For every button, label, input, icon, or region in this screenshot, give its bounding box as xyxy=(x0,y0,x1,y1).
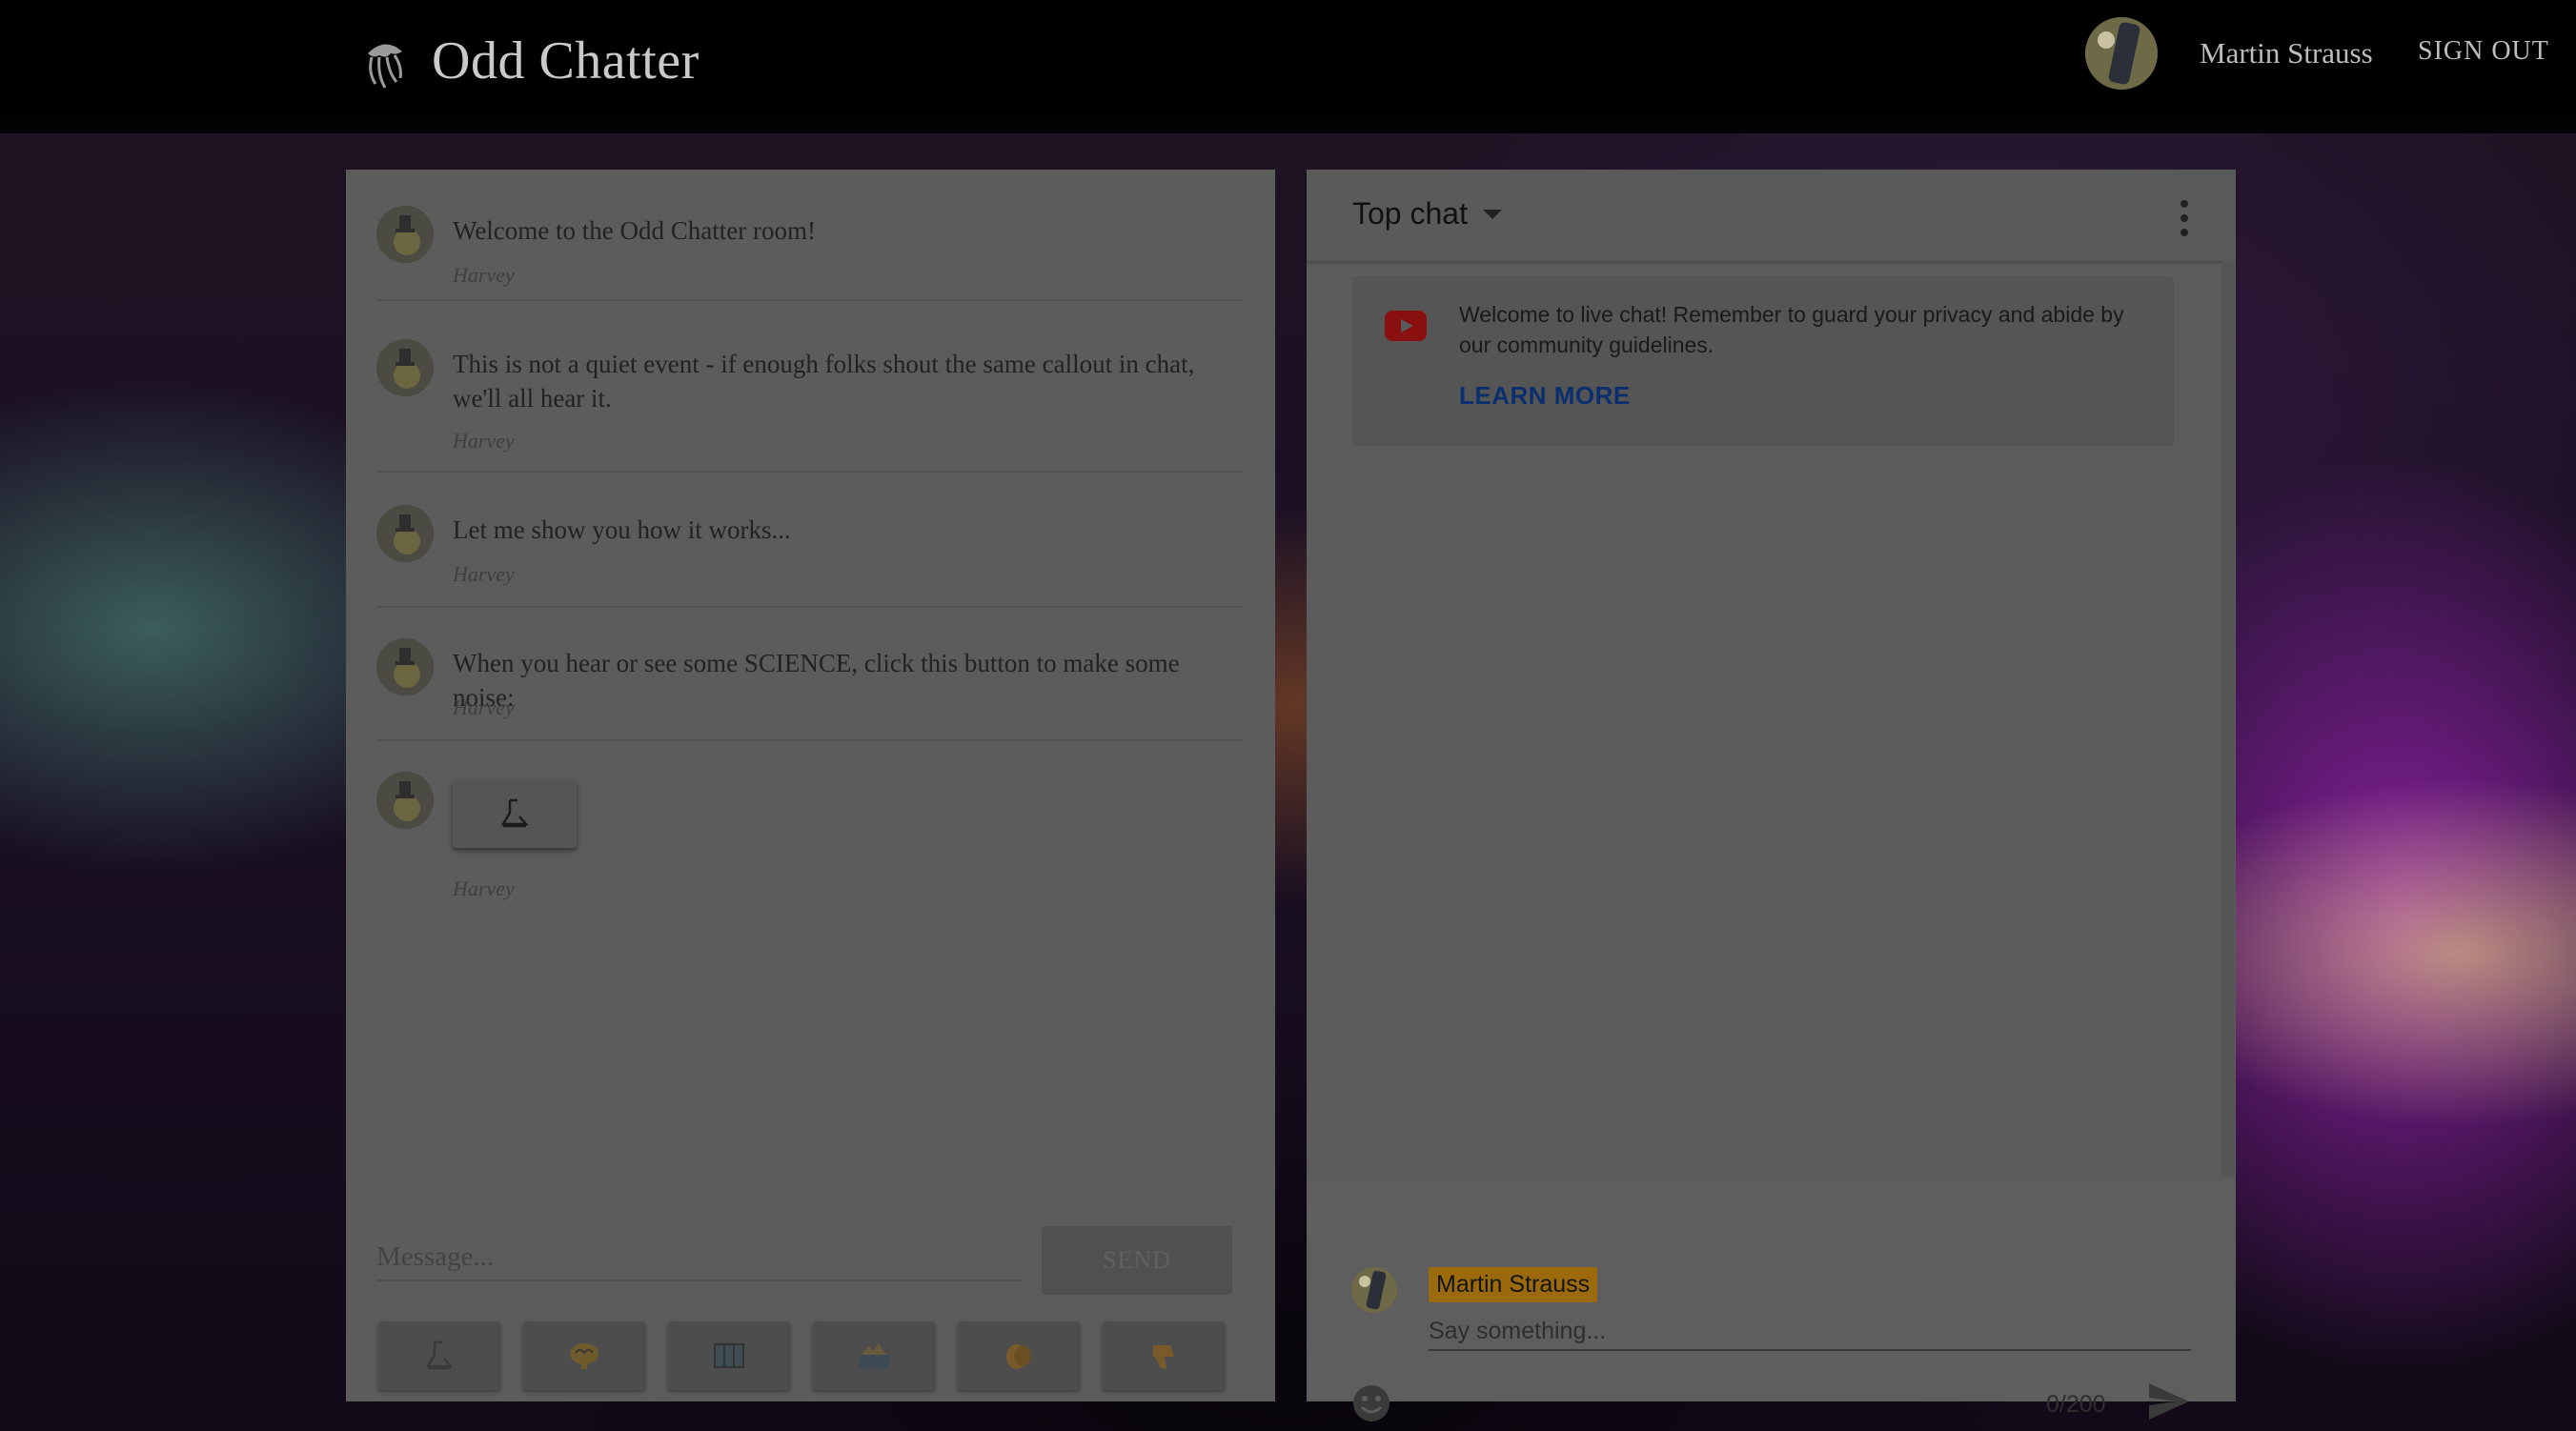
user-name: Martin Strauss xyxy=(2200,36,2373,70)
clapping-hands-icon xyxy=(1006,1344,1031,1369)
harvey-avatar xyxy=(376,772,434,829)
callout-brain-button[interactable] xyxy=(523,1321,645,1390)
live-chat-header: Top chat xyxy=(1307,170,2236,261)
thumbs-down-icon xyxy=(1153,1345,1174,1368)
harvey-avatar xyxy=(376,638,434,695)
message-text: When you hear or see some SCIENCE, click… xyxy=(453,649,1180,712)
jellyfish-logo-icon xyxy=(368,44,402,89)
message-text: Welcome to the Odd Chatter room! xyxy=(453,216,816,245)
callout-thumbs-down-button[interactable] xyxy=(1103,1321,1225,1390)
callout-clap-button[interactable] xyxy=(958,1321,1080,1390)
room-chat-panel: Welcome to the Odd Chatter room! Harvey … xyxy=(346,170,1275,1401)
youtube-play-icon xyxy=(1385,311,1427,341)
author-name-chip: Martin Strauss xyxy=(1429,1267,1598,1302)
app-header: Odd Chatter Martin Strauss SIGN OUT xyxy=(0,0,2576,133)
science-callout-button[interactable] xyxy=(453,779,577,848)
message-text: This is not a quiet event - if enough fo… xyxy=(453,350,1195,413)
chat-message: When you hear or see some SCIENCE, click… xyxy=(376,638,1244,741)
message-input[interactable] xyxy=(376,1234,1021,1281)
sea-wave-icon xyxy=(859,1343,889,1368)
chat-message: This is not a quiet event - if enough fo… xyxy=(376,339,1244,473)
harvey-avatar xyxy=(376,505,434,562)
app-title: Odd Chatter xyxy=(432,31,700,91)
send-button[interactable]: SEND xyxy=(1042,1226,1232,1295)
message-author: Harvey xyxy=(453,562,515,586)
sign-out-button[interactable]: SIGN OUT xyxy=(2418,36,2549,67)
chat-message: Harvey xyxy=(376,772,1244,905)
harvey-avatar xyxy=(376,339,434,396)
chat-message: Welcome to the Odd Chatter room! Harvey xyxy=(376,206,1244,301)
live-chat-welcome-notice: Welcome to live chat! Remember to guard … xyxy=(1352,276,2174,446)
learn-more-link[interactable]: LEARN MORE xyxy=(1459,381,1631,411)
message-author: Harvey xyxy=(453,263,515,287)
user-avatar[interactable] xyxy=(2085,17,2158,90)
callout-science-button[interactable] xyxy=(378,1321,500,1390)
more-options-icon[interactable] xyxy=(2175,200,2194,236)
live-chat-composer: Martin Strauss 0/200 xyxy=(1307,1179,2236,1421)
top-chat-label: Top chat xyxy=(1352,196,1468,231)
live-chat-panel: Top chat Welcome to live chat! Remember … xyxy=(1307,170,2236,1421)
emoji-icon[interactable] xyxy=(1351,1383,1391,1423)
chevron-down-icon xyxy=(1482,209,1502,219)
composer-avatar xyxy=(1351,1267,1397,1313)
message-author: Harvey xyxy=(453,695,515,719)
chat-message: Let me show you how it works... Harvey xyxy=(376,505,1244,608)
say-something-input[interactable] xyxy=(1429,1313,2191,1351)
science-flask-icon xyxy=(425,1340,454,1370)
callout-sea-button[interactable] xyxy=(813,1321,935,1390)
map-icon xyxy=(714,1343,744,1368)
science-flask-icon xyxy=(500,798,529,828)
chat-scrollbar[interactable] xyxy=(2221,261,2235,1176)
message-author: Harvey xyxy=(453,429,515,453)
harvey-avatar xyxy=(376,206,434,263)
character-counter: 0/200 xyxy=(2046,1391,2106,1418)
callout-map-button[interactable] xyxy=(668,1321,790,1390)
message-author: Harvey xyxy=(453,877,515,900)
top-chat-dropdown[interactable]: Top chat xyxy=(1352,196,1502,232)
notice-text: Welcome to live chat! Remember to guard … xyxy=(1459,302,2124,357)
message-text: Let me show you how it works... xyxy=(453,515,791,544)
brain-icon xyxy=(570,1343,598,1369)
send-arrow-icon[interactable] xyxy=(2147,1381,2191,1421)
